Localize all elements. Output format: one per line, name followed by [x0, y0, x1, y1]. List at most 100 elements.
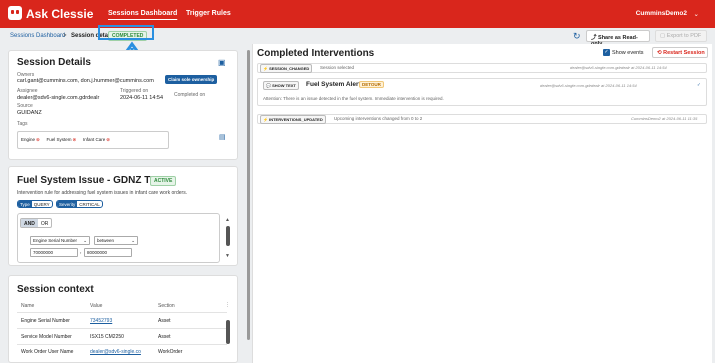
chevron-down-icon: ⌄ — [83, 238, 87, 243]
export-label: Export to PDF — [666, 33, 702, 39]
detour-badge: DETOUR — [359, 81, 384, 88]
event-tag: 💬 SHOW TEXT — [263, 81, 299, 90]
type-key: Type — [18, 201, 32, 207]
assignee-value: dealer@sdv6-single.com.gdrdealr — [17, 95, 100, 101]
context-scrollbar[interactable] — [226, 320, 230, 344]
chat-icon[interactable]: ▣ — [218, 58, 226, 67]
nav-sessions-dashboard[interactable]: Sessions Dashboard — [108, 10, 177, 17]
value-to-input[interactable]: 80000000 — [84, 248, 132, 257]
intervention-description: Intervention rule for addressing fuel sy… — [17, 190, 188, 196]
left-panel-scrollbar[interactable] — [247, 50, 250, 340]
rule-scrollbar[interactable] — [226, 226, 230, 246]
restart-session-button[interactable]: ⟲ Restart Session — [652, 47, 708, 58]
context-value-link[interactable]: dealer@sdv6-single.co — [90, 349, 141, 355]
field-select[interactable]: Engine Serial Number ⌄ — [30, 236, 90, 245]
or-option[interactable]: OR — [38, 219, 51, 227]
column-header-name[interactable]: Name — [21, 303, 34, 309]
row-divider — [17, 328, 227, 329]
operator-select[interactable]: between ⌄ — [94, 236, 138, 245]
type-pill: Type QUERY — [17, 200, 53, 208]
tag-label: Infant Care — [82, 137, 106, 142]
column-header-section[interactable]: Section — [158, 303, 175, 309]
refresh-icon[interactable]: ↻ — [573, 31, 581, 42]
triggered-label: Triggered on — [120, 88, 149, 94]
tag-chip: Engine⊗ — [21, 137, 40, 143]
event-tag-label: SHOW TEXT — [272, 83, 296, 88]
completed-interventions-title: Completed Interventions — [257, 48, 375, 59]
context-section: Asset — [158, 334, 171, 340]
show-events-checkbox[interactable]: ✓ — [603, 49, 610, 56]
check-icon: ✓ — [697, 82, 701, 87]
close-icon[interactable]: ⊗ — [72, 137, 76, 142]
tags-label: Tags — [17, 121, 28, 127]
triggered-value: 2024-06-11 14:54 — [120, 95, 164, 101]
breadcrumb-separator: > — [63, 33, 67, 39]
severity-pill: Severity CRITICAL — [56, 200, 103, 208]
row-divider — [17, 344, 227, 345]
context-value: ISX15 CM2250 — [90, 334, 124, 340]
intervention-title: Fuel System Issue - GDNZ Test — [17, 175, 165, 186]
user-menu[interactable]: CumminsDemo2 — [636, 10, 687, 17]
event-text: Attention: There is an issue detected in… — [263, 96, 444, 101]
share-read-only-button[interactable]: ⤴ Share as Read-only — [586, 30, 650, 47]
context-name: Service Model Number — [21, 334, 72, 340]
context-section: WorkOrder — [158, 349, 183, 355]
restart-label: Restart Session — [663, 50, 705, 56]
severity-key: Severity — [57, 201, 78, 207]
and-option[interactable]: AND — [21, 219, 38, 227]
claim-ownership-button[interactable]: Claim sole ownership — [165, 75, 218, 84]
context-section: Asset — [158, 318, 171, 324]
event-tag: ⚡ INTERVENTIONS_UPDATED — [260, 115, 326, 124]
event-tag-label: INTERVENTIONS_UPDATED — [269, 117, 323, 122]
assignee-label: Assignee — [17, 88, 38, 94]
context-name: Engine Serial Number — [21, 318, 70, 324]
breadcrumb-sessions-dashboard[interactable]: Sessions Dashboard — [10, 33, 65, 39]
event-tag: ⚡ SESSION_CHANGED — [260, 64, 313, 73]
tag-label: Fuel System — [46, 137, 72, 142]
chevron-down-icon[interactable]: ⌄ — [694, 10, 699, 18]
export-icon: ▢ — [660, 33, 667, 39]
completed-label: Completed on — [174, 92, 206, 98]
session-details-title: Session Details — [17, 57, 91, 68]
context-name: Work Order User Name — [21, 349, 74, 355]
event-meta: CumminsDemo2 at 2024-06-11 11:35 — [631, 116, 698, 121]
active-badge: ACTIVE — [150, 176, 177, 186]
event-tag-label: SESSION_CHANGED — [269, 66, 310, 71]
column-header-value[interactable]: Value — [90, 303, 102, 309]
clessie-logo-icon[interactable] — [8, 6, 22, 20]
event-text: Session selected — [320, 65, 355, 70]
tag-label: Engine — [21, 137, 36, 142]
chevron-down-icon: ⌄ — [131, 238, 135, 243]
session-context-title: Session context — [17, 284, 94, 295]
close-icon[interactable]: ⊗ — [36, 137, 40, 142]
field-value: Engine Serial Number — [33, 238, 78, 243]
app-brand[interactable]: Ask Clessie — [26, 7, 93, 21]
event-meta: dealer@sdv6-single.com.gdrdealr at 2024-… — [540, 83, 637, 88]
tag-chip: Infant Care⊗ — [83, 137, 110, 143]
owners-value: carl.gant@cummins.com, don.j.hummer@cumm… — [17, 78, 154, 84]
context-value-link[interactable]: 73452793 — [90, 318, 112, 324]
close-icon[interactable]: ⊗ — [106, 137, 110, 142]
value-separator: , — [80, 249, 82, 255]
scroll-down-icon[interactable]: ▼ — [225, 253, 230, 259]
severity-value: CRITICAL — [79, 202, 100, 207]
and-or-toggle[interactable]: AND OR — [20, 218, 53, 228]
highlight-box — [98, 25, 154, 40]
event-title: Fuel System Alert — [306, 81, 361, 88]
operator-value: between — [97, 238, 115, 243]
type-value: QUERY — [33, 202, 50, 207]
export-pdf-button[interactable]: ▢ Export to PDF — [655, 30, 707, 42]
top-bar: Ask Clessie Sessions Dashboard Trigger R… — [0, 0, 715, 28]
show-events-label: Show events — [612, 50, 644, 56]
event-text: Upcoming interventions changed from 0 to… — [334, 116, 423, 121]
scroll-up-icon[interactable]: ▲ — [225, 217, 230, 223]
source-value: GUIDANZ — [17, 110, 42, 116]
nav-trigger-rules[interactable]: Trigger Rules — [186, 10, 231, 17]
save-icon[interactable]: ▤ — [219, 133, 226, 141]
tags-box[interactable]: Engine⊗ Fuel System⊗ Infant Care⊗ — [17, 131, 169, 149]
tag-chip: Fuel System⊗ — [46, 137, 76, 143]
more-vertical-icon[interactable]: ⋮ — [225, 302, 230, 308]
value-from-input[interactable]: 70000000 — [30, 248, 78, 257]
event-meta: dealer@sdv6-single.com.gdrdealr at 2024-… — [570, 65, 667, 70]
source-label: Source — [17, 103, 33, 109]
